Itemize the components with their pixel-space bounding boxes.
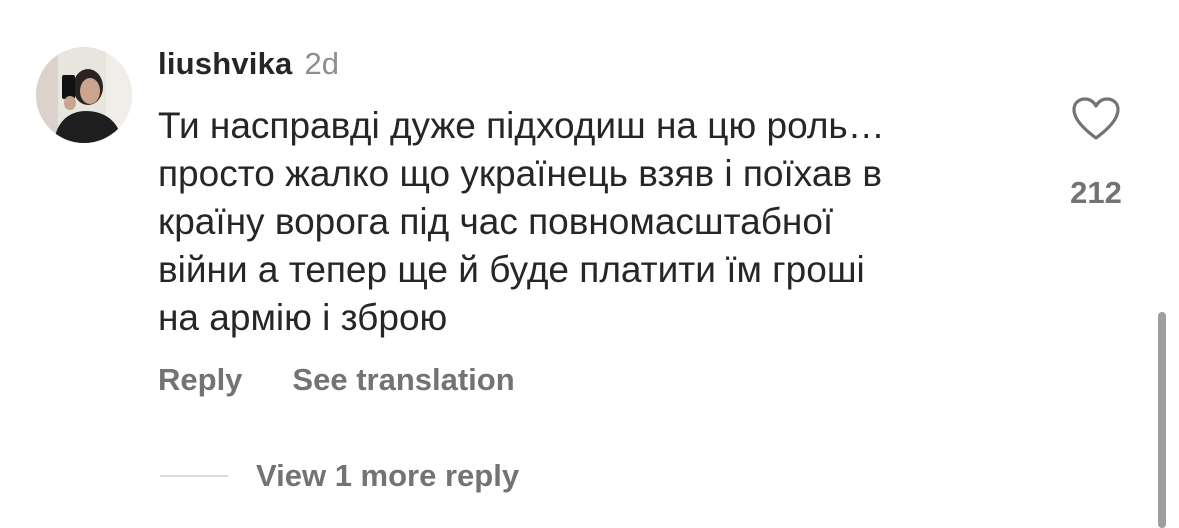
see-translation-button[interactable]: See translation (292, 362, 514, 398)
comment-actions: Reply See translation (158, 362, 515, 398)
comment-thread: liushvika 2d Ти насправді дуже підходиш … (0, 0, 1179, 528)
comment-line: країну ворога під час повномасштабної (158, 201, 834, 242)
like-column: 212 (1050, 96, 1142, 211)
comment-header: liushvika 2d (158, 46, 339, 90)
comment-line: війни а тепер ще й буде платити їм гроші (158, 249, 865, 290)
avatar[interactable] (36, 47, 132, 143)
comment-line: Ти насправді дуже підходиш на цю роль… (158, 105, 885, 146)
replies-divider (160, 475, 228, 477)
reply-button[interactable]: Reply (158, 362, 242, 398)
comment-line: на армію і зброю (158, 297, 448, 338)
username[interactable]: liushvika (158, 46, 292, 82)
view-replies-row: View 1 more reply (160, 458, 519, 494)
avatar-photo (36, 47, 132, 143)
comment-line: просто жалко що українець взяв і поїхав … (158, 153, 883, 194)
heart-outline-icon[interactable] (1071, 96, 1121, 147)
comment-text: Ти насправді дуже підходиш на цю роль… п… (158, 102, 1038, 342)
like-count: 212 (1070, 175, 1122, 210)
scrollbar[interactable] (1158, 312, 1166, 528)
view-more-replies-button[interactable]: View 1 more reply (256, 458, 519, 494)
timestamp: 2d (304, 46, 339, 81)
